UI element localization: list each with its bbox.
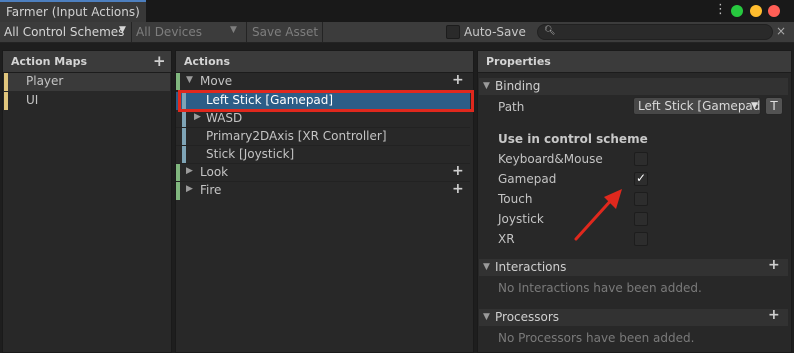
devices-dropdown[interactable]: All Devices ▼: [132, 22, 245, 42]
action-label: Look: [200, 165, 229, 179]
binding-section-header[interactable]: ▼ Binding: [479, 78, 788, 95]
collapsed-triangle-icon[interactable]: ▶: [186, 166, 193, 176]
kebab-menu-icon[interactable]: ⋮: [714, 3, 727, 17]
binding-primary2daxis-xr[interactable]: Primary2DAxis [XR Controller]: [176, 128, 470, 146]
scheme-checkbox-keyboard-mouse[interactable]: [634, 152, 648, 166]
scheme-label-joystick: Joystick: [498, 212, 544, 226]
scheme-checkbox-touch[interactable]: [634, 192, 648, 206]
scheme-label-xr: XR: [498, 232, 515, 246]
binding-stripe: [182, 146, 186, 164]
window-titlebar: Farmer (Input Actions) ⋮: [0, 0, 794, 22]
clear-search-icon[interactable]: ×: [776, 24, 786, 38]
maximize-button[interactable]: [731, 5, 743, 17]
window-tab[interactable]: Farmer (Input Actions): [0, 0, 146, 22]
processors-section-header[interactable]: ▼ Processors +: [479, 307, 788, 326]
auto-save-checkbox[interactable]: [446, 25, 460, 39]
add-action-map-button[interactable]: +: [153, 52, 166, 70]
action-maps-title: Action Maps: [11, 55, 88, 68]
scheme-checkbox-gamepad[interactable]: ✓: [634, 171, 648, 186]
action-map-stripe: [4, 73, 8, 91]
auto-save-label: Auto-Save: [464, 25, 526, 39]
action-map-stripe: [4, 92, 8, 110]
use-in-control-scheme-heading: Use in control scheme: [498, 132, 648, 146]
actions-header: Actions: [176, 51, 473, 73]
toolbar-divider: [246, 22, 247, 42]
toolbar: All Control Schemes ▼ All Devices ▼ Save…: [0, 22, 794, 43]
interactions-empty-message: No Interactions have been added.: [498, 281, 702, 295]
action-move[interactable]: ▼ Move +: [176, 72, 470, 91]
add-interaction-button[interactable]: +: [768, 257, 780, 273]
action-stripe: [176, 73, 180, 91]
add-processor-button[interactable]: +: [768, 307, 780, 323]
callout-arrow-icon: [574, 189, 622, 241]
scheme-label-touch: Touch: [498, 192, 533, 206]
chevron-down-icon: ▼: [119, 25, 126, 35]
scheme-label-gamepad: Gamepad: [498, 172, 557, 186]
toolbar-divider: [322, 22, 323, 42]
control-schemes-dropdown[interactable]: All Control Schemes ▼: [0, 22, 131, 42]
scheme-label-keyboard-mouse: Keyboard&Mouse: [498, 152, 603, 166]
action-map-ui[interactable]: UI: [4, 92, 170, 110]
action-stripe: [176, 164, 180, 182]
control-schemes-label: All Control Schemes: [4, 25, 125, 39]
save-asset-button[interactable]: Save Asset: [248, 22, 320, 42]
action-look[interactable]: ▶ Look +: [176, 163, 470, 182]
path-dropdown[interactable]: Left Stick [Gamepad]: [633, 97, 761, 115]
interactions-section-header[interactable]: ▼ Interactions +: [479, 257, 788, 276]
expanded-triangle-icon: ▼: [483, 262, 490, 272]
add-binding-button[interactable]: +: [452, 181, 464, 197]
action-maps-header: Action Maps +: [3, 51, 171, 73]
binding-wasd[interactable]: ▶ WASD: [176, 110, 470, 128]
action-stripe: [176, 182, 180, 200]
properties-title: Properties: [486, 55, 551, 68]
expanded-triangle-icon: ▼: [483, 312, 490, 322]
binding-stripe: [182, 128, 186, 146]
text-mode-button[interactable]: T: [765, 97, 783, 115]
checkmark-icon: ✓: [636, 171, 647, 185]
search-icon: 🔍︎: [544, 26, 556, 36]
collapsed-triangle-icon[interactable]: ▶: [194, 112, 201, 122]
action-label: Fire: [200, 183, 222, 197]
add-binding-button[interactable]: +: [452, 163, 464, 179]
processors-empty-message: No Processors have been added.: [498, 331, 695, 345]
actions-title: Actions: [184, 55, 230, 68]
binding-stripe: [182, 110, 186, 128]
expanded-triangle-icon: ▼: [483, 81, 490, 91]
chevron-down-icon: ▼: [751, 101, 758, 111]
processors-section-title: Processors: [495, 310, 560, 324]
expanded-triangle-icon: ▼: [186, 75, 193, 85]
chevron-down-icon: ▼: [230, 25, 237, 35]
binding-section-title: Binding: [495, 79, 541, 93]
close-button[interactable]: [768, 5, 780, 17]
binding-label: WASD: [206, 111, 243, 125]
minimize-button[interactable]: [750, 5, 762, 17]
action-map-player[interactable]: Player: [4, 73, 170, 91]
callout-highlight-box: [178, 90, 474, 112]
action-label: Move: [200, 74, 233, 88]
scheme-checkbox-joystick[interactable]: [634, 212, 648, 226]
scheme-checkbox-xr[interactable]: [634, 232, 648, 246]
path-value: Left Stick [Gamepad]: [638, 99, 761, 113]
action-map-label: Player: [26, 74, 64, 88]
binding-label: Stick [Joystick]: [206, 147, 295, 161]
action-map-label: UI: [26, 93, 39, 107]
devices-label: All Devices: [136, 25, 202, 39]
interactions-section-title: Interactions: [495, 260, 567, 274]
add-binding-button[interactable]: +: [452, 72, 464, 88]
path-label: Path: [498, 100, 525, 114]
action-fire[interactable]: ▶ Fire +: [176, 181, 470, 200]
properties-header: Properties: [478, 51, 791, 73]
search-input[interactable]: 🔍︎: [537, 24, 773, 40]
collapsed-triangle-icon[interactable]: ▶: [186, 184, 193, 194]
binding-stick-joystick[interactable]: Stick [Joystick]: [176, 146, 470, 164]
binding-label: Primary2DAxis [XR Controller]: [206, 129, 387, 143]
